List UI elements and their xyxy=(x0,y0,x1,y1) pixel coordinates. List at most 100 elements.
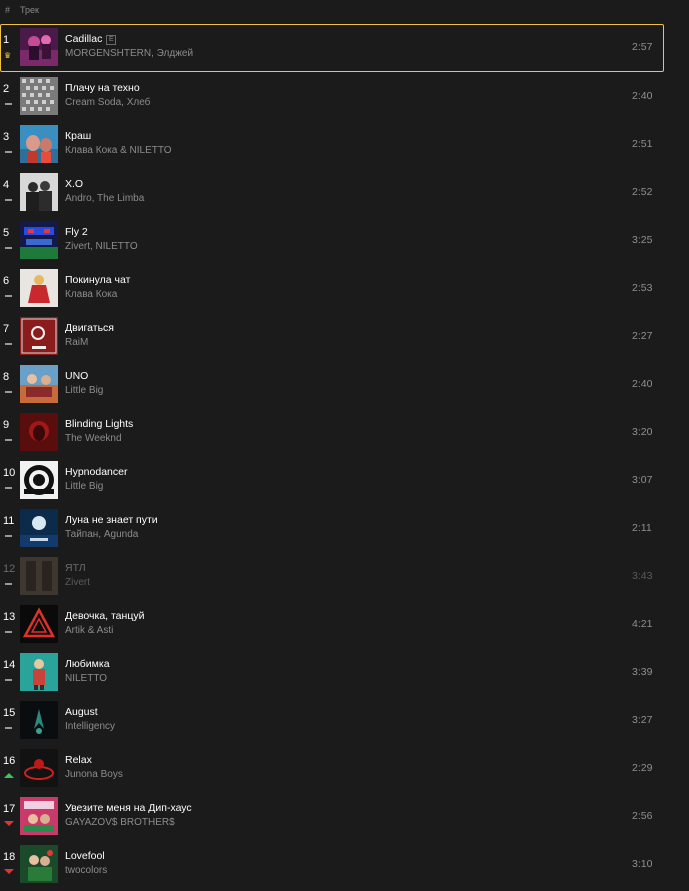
track-row[interactable]: 10 Hypnodancer Little Big 3:07 xyxy=(0,456,689,504)
track-row[interactable]: 2 Плачу на техно Cream Soda, Хлеб 2:40 xyxy=(0,72,689,120)
track-number: 8 xyxy=(3,371,10,383)
cover-xo[interactable] xyxy=(20,173,58,211)
track-title[interactable]: Cadillac E xyxy=(65,33,117,45)
track-duration: 2:56 xyxy=(632,810,653,822)
cover-devochka[interactable] xyxy=(20,605,58,643)
track-row[interactable]: 6 Покинула чат Клава Кока 2:53 xyxy=(0,264,689,312)
track-title[interactable]: Покинула чат xyxy=(65,274,130,286)
track-row[interactable]: 9 Blinding Lights The Weeknd 3:20 xyxy=(0,408,689,456)
track-artist[interactable]: Intelligency xyxy=(65,721,115,732)
track-row[interactable]: 3 Краш Клава Кока & NILETTO 2:51 xyxy=(0,120,689,168)
track-column-header[interactable]: Трек xyxy=(20,5,39,15)
track-duration: 4:21 xyxy=(632,618,653,630)
track-row[interactable]: 16 Relax Junona Boys 2:29 xyxy=(0,744,689,792)
track-artist[interactable]: Artik & Asti xyxy=(65,625,113,636)
track-title[interactable]: August xyxy=(65,706,98,718)
track-title[interactable]: UNO xyxy=(65,370,88,382)
track-title[interactable]: Луна не знает пути xyxy=(65,514,158,526)
track-artist[interactable]: The Weeknd xyxy=(65,433,122,444)
track-artist[interactable]: RaiM xyxy=(65,337,88,348)
cover-hypno[interactable] xyxy=(20,461,58,499)
track-artist[interactable]: twocolors xyxy=(65,865,107,876)
cover-august[interactable] xyxy=(20,701,58,739)
track-artist[interactable]: Zivert xyxy=(65,577,90,588)
track-duration: 3:39 xyxy=(632,666,653,678)
track-number: 15 xyxy=(3,707,16,719)
track-number: 13 xyxy=(3,611,16,623)
track-title[interactable]: Любимка xyxy=(65,658,110,670)
track-title[interactable]: ЯТЛ xyxy=(65,562,86,574)
track-title[interactable]: Blinding Lights xyxy=(65,418,133,430)
track-number: 6 xyxy=(3,275,10,287)
track-row[interactable]: 14 Любимка NILETTO 3:39 xyxy=(0,648,689,696)
track-number: 10 xyxy=(3,467,16,479)
track-row[interactable]: 13 Девочка, танцуй Artik & Asti 4:21 xyxy=(0,600,689,648)
track-title[interactable]: Fly 2 xyxy=(65,226,88,238)
track-duration: 2:29 xyxy=(632,762,653,774)
no-change-icon xyxy=(4,149,14,155)
cover-relax[interactable] xyxy=(20,749,58,787)
no-change-icon xyxy=(4,389,14,395)
track-title[interactable]: Девочка, танцуй xyxy=(65,610,144,622)
no-change-icon xyxy=(4,485,14,491)
track-title[interactable]: Relax xyxy=(65,754,92,766)
track-artist[interactable]: Junona Boys xyxy=(65,769,123,780)
track-row[interactable]: 5 Fly 2 Zivert, NILETTO 3:25 xyxy=(0,216,689,264)
no-change-icon xyxy=(4,533,14,539)
track-title[interactable]: Lovefool xyxy=(65,850,105,862)
cover-krash[interactable] xyxy=(20,125,58,163)
cover-luna[interactable] xyxy=(20,509,58,547)
track-title[interactable]: X.O xyxy=(65,178,83,190)
cover-dvigatsya[interactable] xyxy=(20,317,58,355)
track-title[interactable]: Краш xyxy=(65,130,91,142)
cover-yatl[interactable] xyxy=(20,557,58,595)
track-artist[interactable]: MORGENSHTERN, Элджей xyxy=(65,48,193,59)
track-row[interactable]: 15 August Intelligency 3:27 xyxy=(0,696,689,744)
track-artist[interactable]: Клава Кока xyxy=(65,289,117,300)
cover-lovefool[interactable] xyxy=(20,845,58,883)
cover-deephouse[interactable] xyxy=(20,797,58,835)
track-number: 12 xyxy=(3,563,16,575)
trend-down-icon xyxy=(4,821,14,826)
cover-pokinula[interactable] xyxy=(20,269,58,307)
track-duration: 2:40 xyxy=(632,378,653,390)
track-title[interactable]: Двигаться xyxy=(65,322,114,334)
track-number: 2 xyxy=(3,83,10,95)
track-row[interactable]: 11 Луна не знает пути Тайпан, Agunda 2:1… xyxy=(0,504,689,552)
no-change-icon xyxy=(4,677,14,683)
track-duration: 2:57 xyxy=(632,41,653,53)
no-change-icon xyxy=(4,725,14,731)
cover-lyubimka[interactable] xyxy=(20,653,58,691)
track-artist[interactable]: Little Big xyxy=(65,385,103,396)
track-artist[interactable]: GAYAZOV$ BROTHER$ xyxy=(65,817,175,828)
cover-blinding[interactable] xyxy=(20,413,58,451)
track-number: 17 xyxy=(3,803,16,815)
cover-plachu[interactable] xyxy=(20,77,58,115)
track-artist[interactable]: Zivert, NILETTO xyxy=(65,241,138,252)
track-title[interactable]: Плачу на техно xyxy=(65,82,140,94)
track-duration: 3:20 xyxy=(632,426,653,438)
track-duration: 2:52 xyxy=(632,186,653,198)
track-artist[interactable]: Клава Кока & NILETTO xyxy=(65,145,172,156)
track-artist[interactable]: NILETTO xyxy=(65,673,107,684)
track-row[interactable]: 8 UNO Little Big 2:40 xyxy=(0,360,689,408)
track-number: 1 xyxy=(3,34,10,46)
track-row[interactable]: 12 ЯТЛ Zivert 3:43 xyxy=(0,552,689,600)
track-artist[interactable]: Andro, The Limba xyxy=(65,193,144,204)
track-artist[interactable]: Тайпан, Agunda xyxy=(65,529,138,540)
track-row[interactable]: 4 X.O Andro, The Limba 2:52 xyxy=(0,168,689,216)
track-title[interactable]: Увезите меня на Дип-хаус xyxy=(65,802,192,814)
track-title[interactable]: Hypnodancer xyxy=(65,466,127,478)
track-artist[interactable]: Cream Soda, Хлеб xyxy=(65,97,150,108)
cover-fly2[interactable] xyxy=(20,221,58,259)
track-row[interactable]: 18 Lovefool twocolors 3:10 xyxy=(0,840,689,888)
track-row[interactable]: 7 Двигаться RaiM 2:27 xyxy=(0,312,689,360)
track-row[interactable]: 17 Увезите меня на Дип-хаус GAYAZOV$ BRO… xyxy=(0,792,689,840)
cover-uno[interactable] xyxy=(20,365,58,403)
no-change-icon xyxy=(4,245,14,251)
track-row[interactable]: 1 ♛ Cadillac E MORGENSHTERN, Элджей 2:57 xyxy=(0,24,664,72)
track-artist[interactable]: Little Big xyxy=(65,481,103,492)
cover-cadillac[interactable] xyxy=(20,28,58,66)
no-change-icon xyxy=(4,197,14,203)
no-change-icon xyxy=(4,581,14,587)
